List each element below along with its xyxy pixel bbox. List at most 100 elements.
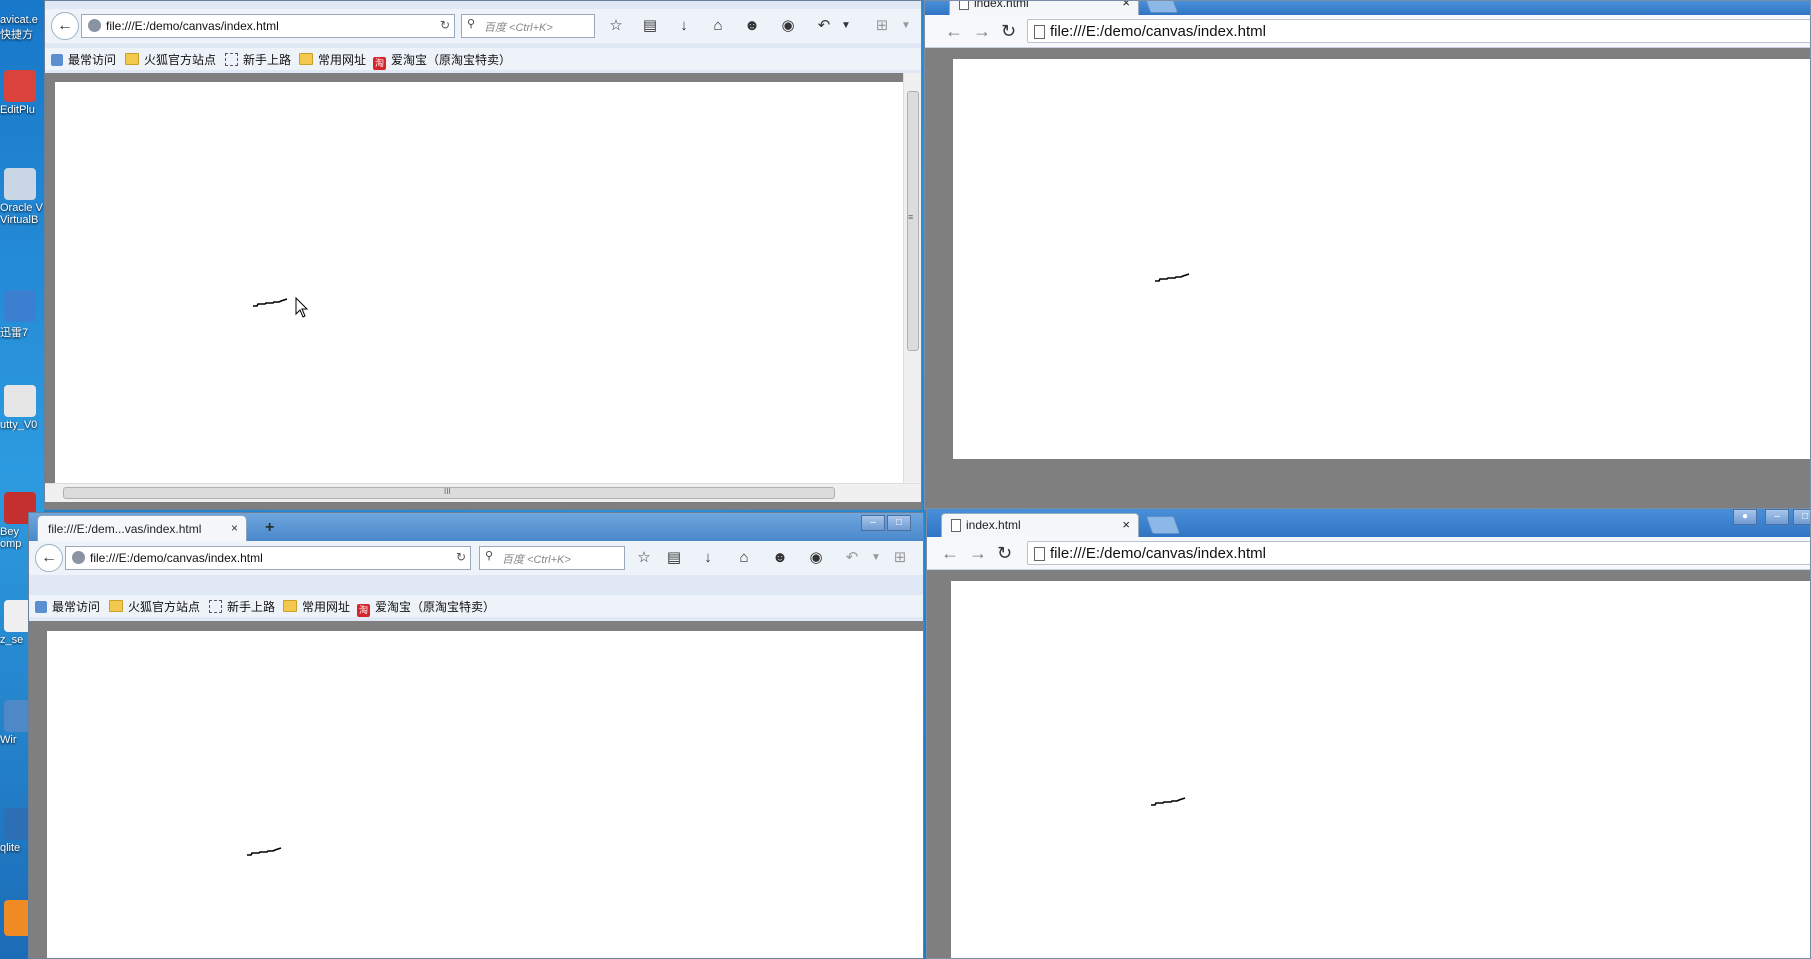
back-icon[interactable]: ← [945, 21, 963, 42]
reading-list-icon[interactable]: ▤ [639, 15, 661, 37]
crop-icon[interactable]: ⊞ [871, 15, 893, 37]
close-icon[interactable]: × [231, 521, 238, 535]
search-icon: ⚲ [467, 18, 476, 30]
back-button[interactable]: ← [51, 12, 79, 40]
taobao-icon: 淘 [357, 604, 370, 617]
drawing-canvas[interactable] [951, 581, 1810, 958]
home-icon[interactable]: ⌂ [707, 15, 729, 37]
bookmark-common-sites[interactable]: 常用网址 [299, 51, 366, 68]
desktop-shortcut-xunlei[interactable]: 迅雷7 [0, 290, 44, 340]
search-bar[interactable]: ⚲ 百度 <Ctrl+K> [479, 546, 625, 570]
bookmark-getting-started[interactable]: 新手上路 [225, 51, 291, 68]
new-tab-button[interactable] [1145, 516, 1181, 534]
bookmark-label: 新手上路 [243, 53, 292, 67]
xunlei-icon [4, 290, 36, 322]
tab-active[interactable]: index.html × [949, 0, 1139, 15]
url-bar[interactable]: file:///E:/demo/canvas/index.html [1027, 541, 1810, 565]
bookmark-label: 常用网址 [318, 53, 367, 67]
undo-icon[interactable]: ↶ [813, 15, 835, 37]
minimize-button[interactable]: – [1765, 509, 1789, 525]
folder-icon [283, 600, 297, 612]
url-bar[interactable]: file:///E:/demo/canvas/index.html ↻ [65, 546, 471, 570]
bookmark-firefox-official[interactable]: 火狐官方站点 [109, 598, 200, 615]
minimize-button[interactable]: – [861, 515, 885, 531]
page-icon [1034, 547, 1045, 561]
new-tab-button[interactable]: + [265, 519, 274, 537]
reading-list-icon[interactable]: ▤ [663, 547, 685, 569]
search-placeholder: 百度 <Ctrl+K> [502, 554, 571, 566]
url-bar[interactable]: file:///E:/demo/canvas/index.html ↻ [81, 14, 455, 38]
url-text: file:///E:/demo/canvas/index.html [90, 551, 263, 565]
dropdown-icon[interactable]: ▼ [835, 15, 857, 37]
vertical-scroll-thumb[interactable]: ≡ [907, 91, 919, 351]
star-icon[interactable]: ☆ [605, 15, 627, 37]
desktop-label: Oracle V [0, 202, 43, 214]
bookmarks-toolbar: 最常访问 火狐官方站点 新手上路 常用网址 淘爱淘宝（原淘宝特卖） [45, 48, 921, 70]
user-button[interactable]: ● [1733, 509, 1757, 525]
tab-active[interactable]: file:///E:/dem...vas/index.html × [37, 515, 247, 541]
bookmark-taobao[interactable]: 淘爱淘宝（原淘宝特卖） [357, 598, 495, 617]
bookmark-firefox-official[interactable]: 火狐官方站点 [125, 51, 216, 68]
back-icon[interactable]: ← [941, 543, 959, 564]
reload-icon[interactable]: ↻ [1001, 21, 1016, 42]
download-icon[interactable]: ↓ [673, 15, 695, 37]
smile-icon[interactable]: ☻ [769, 547, 791, 569]
bookmark-label: 爱淘宝（原淘宝特卖） [375, 600, 496, 614]
bookmarks-toolbar: 最常访问 火狐官方站点 新手上路 常用网址 淘爱淘宝（原淘宝特卖） [29, 595, 923, 617]
bookmark-getting-started[interactable]: 新手上路 [209, 598, 275, 615]
maximize-button[interactable]: □ [887, 515, 911, 531]
bookmark-taobao[interactable]: 淘爱淘宝（原淘宝特卖） [373, 51, 511, 70]
desktop-shortcut-putty[interactable]: utty_V0 [0, 385, 44, 431]
star-icon[interactable]: ☆ [633, 547, 655, 569]
maximize-button[interactable]: □ [1793, 509, 1810, 525]
new-tab-button[interactable] [1143, 1, 1179, 13]
url-bar[interactable]: file:///E:/demo/canvas/index.html [1027, 19, 1810, 43]
bookmark-label: 常用网址 [302, 600, 351, 614]
tab-active[interactable]: index.html × [941, 513, 1139, 537]
drawing-canvas[interactable] [953, 59, 1810, 459]
chat-icon[interactable]: ◉ [805, 547, 827, 569]
scroll-grip: III [444, 487, 451, 496]
forward-icon[interactable]: → [973, 21, 991, 42]
desktop-label: utty_V0 [0, 419, 38, 431]
mouse-cursor-icon [295, 297, 309, 318]
bookmark-common-sites[interactable]: 常用网址 [283, 598, 350, 615]
close-icon[interactable]: × [1122, 1, 1130, 10]
drawn-stroke [253, 298, 288, 307]
undo-icon[interactable]: ↶ [841, 547, 863, 569]
back-button[interactable]: ← [35, 544, 63, 572]
vertical-scrollbar[interactable]: ≡ [903, 73, 921, 483]
chat-icon[interactable]: ◉ [777, 15, 799, 37]
tab-title: index.html [974, 0, 1029, 10]
dropdown-icon[interactable]: ▼ [865, 547, 887, 569]
smile-icon[interactable]: ☻ [741, 15, 763, 37]
forward-icon[interactable]: → [969, 543, 987, 564]
dropdown-icon[interactable]: ▼ [895, 15, 917, 37]
home-icon[interactable]: ⌂ [733, 547, 755, 569]
scroll-grip: ≡ [908, 212, 914, 222]
desktop-shortcut-virtualbox[interactable]: Oracle V VirtualB [0, 168, 44, 226]
desktop-shortcut-editplus[interactable]: EditPlu [0, 70, 44, 116]
bookmark-most-visited[interactable]: 最常访问 [35, 598, 100, 615]
search-placeholder: 百度 <Ctrl+K> [484, 22, 553, 34]
reload-icon[interactable]: ↻ [997, 543, 1012, 564]
drawing-canvas[interactable] [55, 82, 903, 483]
desktop-shortcut-navicat[interactable]: avicat.e 快捷方 [0, 14, 44, 42]
download-icon[interactable]: ↓ [697, 547, 719, 569]
page-icon [959, 1, 969, 10]
navigation-toolbar: ← file:///E:/demo/canvas/index.html ↻ ⚲ … [29, 541, 923, 575]
close-icon[interactable]: × [1122, 517, 1130, 532]
search-bar[interactable]: ⚲ 百度 <Ctrl+K> [461, 14, 595, 38]
reload-icon[interactable]: ↻ [456, 550, 466, 564]
drawing-canvas[interactable] [47, 631, 923, 958]
navigation-toolbar: ← → ↻ file:///E:/demo/canvas/index.html [927, 537, 1810, 570]
drawn-stroke [1151, 797, 1186, 806]
drawn-stroke [247, 847, 282, 856]
most-visited-icon [51, 54, 63, 66]
reload-icon[interactable]: ↻ [440, 18, 450, 32]
bookmark-most-visited[interactable]: 最常访问 [51, 51, 116, 68]
horizontal-scroll-thumb[interactable]: III [63, 487, 835, 499]
crop-icon[interactable]: ⊞ [889, 547, 911, 569]
horizontal-scrollbar[interactable]: III [45, 483, 921, 502]
desktop-label: 快捷方 [0, 29, 33, 41]
